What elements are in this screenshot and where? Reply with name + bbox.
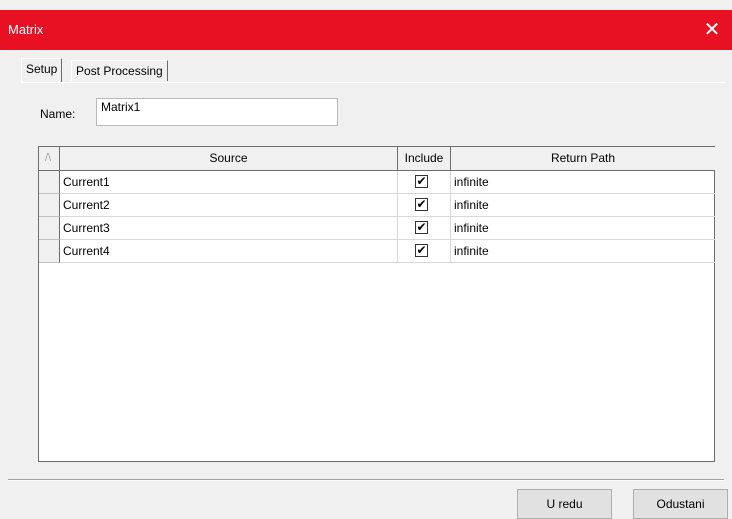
table-row[interactable]: Current4 ✔ infinite [39, 240, 715, 263]
source-cell[interactable]: Current1 [60, 171, 398, 194]
ok-button[interactable]: U redu [517, 489, 612, 519]
include-cell: ✔ [398, 194, 451, 217]
include-checkbox[interactable]: ✔ [415, 175, 428, 188]
title-bar[interactable]: Matrix ✕ [0, 10, 732, 50]
row-selector[interactable] [39, 240, 60, 263]
column-header-return-path[interactable]: Return Path [451, 147, 715, 171]
button-separator [8, 479, 724, 481]
source-cell[interactable]: Current3 [60, 217, 398, 240]
name-label: Name: [40, 107, 76, 121]
row-selector[interactable] [39, 171, 60, 194]
row-selector[interactable] [39, 194, 60, 217]
include-cell: ✔ [398, 240, 451, 263]
return-path-cell[interactable]: infinite [451, 171, 715, 194]
tab-setup[interactable]: Setup [21, 58, 63, 82]
return-path-cell[interactable]: infinite [451, 240, 715, 263]
include-checkbox[interactable]: ✔ [415, 198, 428, 211]
source-table: /\ Source Include Return Path Current1 ✔… [38, 146, 715, 462]
include-checkbox[interactable]: ✔ [415, 221, 428, 234]
include-cell: ✔ [398, 171, 451, 194]
row-selector[interactable] [39, 217, 60, 240]
column-header-source[interactable]: Source [60, 147, 398, 171]
include-cell: ✔ [398, 217, 451, 240]
column-header-include[interactable]: Include [398, 147, 451, 171]
source-cell[interactable]: Current4 [60, 240, 398, 263]
top-strip [0, 0, 732, 10]
return-path-cell[interactable]: infinite [451, 194, 715, 217]
sort-indicator-icon: /\ [45, 152, 52, 164]
tab-post-processing[interactable]: Post Processing [71, 60, 168, 81]
return-path-cell[interactable]: infinite [451, 217, 715, 240]
include-checkbox[interactable]: ✔ [415, 244, 428, 257]
table-row[interactable]: Current2 ✔ infinite [39, 194, 715, 217]
row-selector-header[interactable]: /\ [39, 147, 60, 171]
close-icon[interactable]: ✕ [692, 10, 732, 50]
table-row[interactable]: Current1 ✔ infinite [39, 171, 715, 194]
table-row[interactable]: Current3 ✔ infinite [39, 217, 715, 240]
name-input[interactable] [96, 98, 338, 126]
window-title: Matrix [8, 22, 44, 37]
cancel-button[interactable]: Odustani [633, 489, 728, 519]
source-cell[interactable]: Current2 [60, 194, 398, 217]
